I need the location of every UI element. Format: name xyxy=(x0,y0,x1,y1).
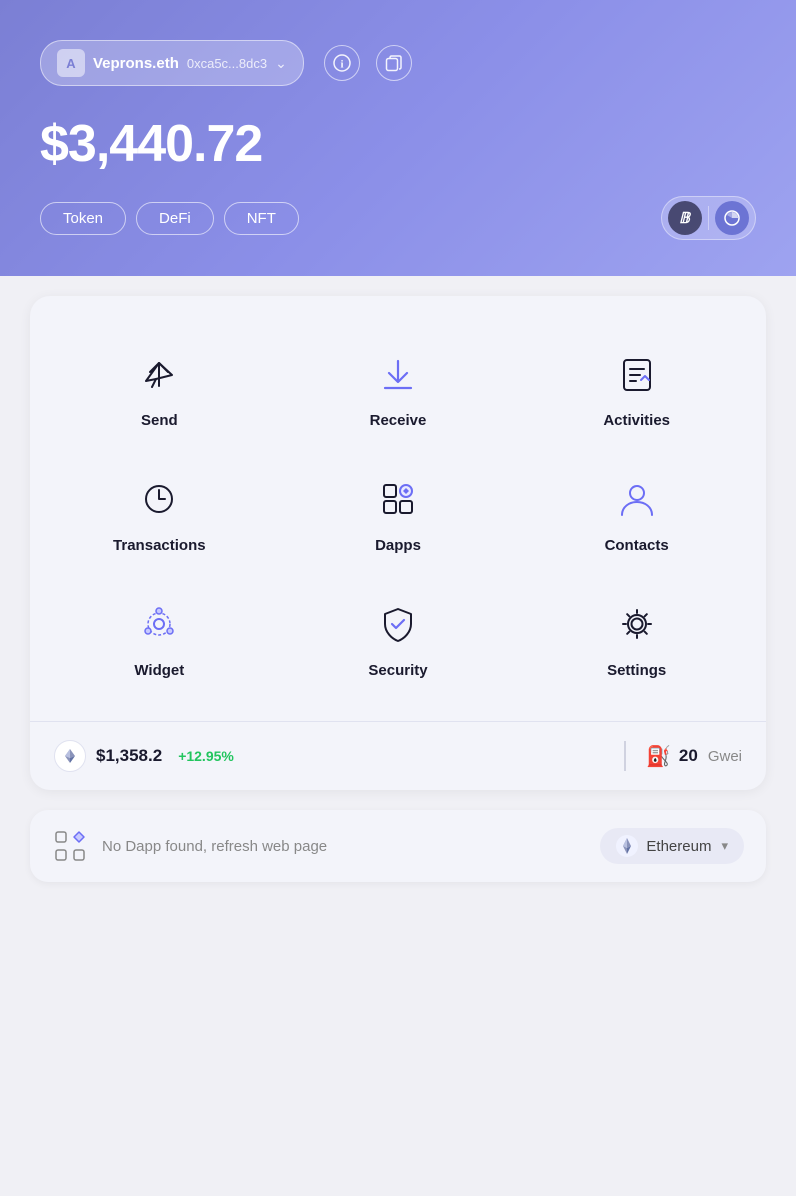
eth-price-section: $1,358.2 +12.95% xyxy=(54,740,604,772)
transactions-icon xyxy=(133,473,185,525)
activities-icon xyxy=(611,348,663,400)
dapp-message: No Dapp found, refresh web page xyxy=(102,838,586,855)
security-label: Security xyxy=(368,662,427,679)
stat-divider xyxy=(624,741,626,771)
svg-text:i: i xyxy=(340,59,343,71)
wallet-avatar: A xyxy=(57,49,85,77)
tab-defi[interactable]: DeFi xyxy=(136,202,214,235)
gas-section: ⛽ 20 Gwei xyxy=(646,744,742,769)
header: A Veprons.eth 0xca5c...8dc3 ⌄ i $3,440.7… xyxy=(0,0,796,276)
wallet-name: Veprons.eth xyxy=(93,55,179,72)
info-button[interactable]: i xyxy=(324,45,360,81)
eth-price: $1,358.2 xyxy=(96,746,162,766)
receive-icon xyxy=(372,348,424,400)
widget-label: Widget xyxy=(134,662,184,679)
partner-chart-logo xyxy=(715,201,749,235)
network-selector[interactable]: Ethereum ▾ xyxy=(600,828,744,864)
wallet-address: 0xca5c...8dc3 xyxy=(187,56,267,71)
contacts-icon xyxy=(611,473,663,525)
contacts-label: Contacts xyxy=(605,537,669,554)
dapp-bar: No Dapp found, refresh web page Ethereum… xyxy=(30,810,766,882)
settings-button[interactable]: Settings xyxy=(517,576,756,701)
receive-label: Receive xyxy=(370,412,427,429)
wallet-selector[interactable]: A Veprons.eth 0xca5c...8dc3 ⌄ xyxy=(40,40,304,86)
security-icon xyxy=(372,598,424,650)
tab-row: Token DeFi NFT 𝔹 xyxy=(40,196,756,240)
widget-icon xyxy=(133,598,185,650)
settings-label: Settings xyxy=(607,662,666,679)
receive-button[interactable]: Receive xyxy=(279,326,518,451)
header-action-icons: i xyxy=(324,45,412,81)
copy-button[interactable] xyxy=(376,45,412,81)
widget-button[interactable]: Widget xyxy=(40,576,279,701)
gas-pump-icon: ⛽ xyxy=(646,744,671,769)
tab-nft[interactable]: NFT xyxy=(224,202,299,235)
ethereum-icon xyxy=(61,747,79,765)
transactions-button[interactable]: Transactions xyxy=(40,451,279,576)
copy-icon xyxy=(385,54,403,72)
address-bar: A Veprons.eth 0xca5c...8dc3 ⌄ i xyxy=(40,40,756,86)
dapps-grid-icon xyxy=(54,830,86,862)
contacts-button[interactable]: Contacts xyxy=(517,451,756,576)
dapp-grid-icon xyxy=(52,828,88,864)
balance-display: $3,440.72 xyxy=(40,114,756,174)
settings-icon xyxy=(611,598,663,650)
ethereum-network-icon xyxy=(616,835,638,857)
network-chevron-icon: ▾ xyxy=(721,838,728,854)
partner-logos: 𝔹 xyxy=(661,196,757,240)
dapps-icon xyxy=(372,473,424,525)
transactions-label: Transactions xyxy=(113,537,206,554)
action-grid: Send Receive xyxy=(30,306,766,711)
info-icon: i xyxy=(333,54,351,72)
send-icon xyxy=(133,348,185,400)
dapps-button[interactable]: Dapps xyxy=(279,451,518,576)
main-card: Send Receive xyxy=(30,296,766,790)
partner-b-logo: 𝔹 xyxy=(668,201,702,235)
activities-label: Activities xyxy=(603,412,670,429)
send-label: Send xyxy=(141,412,178,429)
gas-value: 20 xyxy=(679,746,698,766)
network-name: Ethereum xyxy=(646,838,711,855)
gas-unit: Gwei xyxy=(708,748,742,765)
chevron-down-icon: ⌄ xyxy=(275,55,287,72)
send-button[interactable]: Send xyxy=(40,326,279,451)
chart-icon xyxy=(722,208,742,228)
stat-row: $1,358.2 +12.95% ⛽ 20 Gwei xyxy=(30,721,766,790)
dapps-label: Dapps xyxy=(375,537,421,554)
eth-logo xyxy=(54,740,86,772)
security-button[interactable]: Security xyxy=(279,576,518,701)
activities-button[interactable]: Activities xyxy=(517,326,756,451)
tab-token[interactable]: Token xyxy=(40,202,126,235)
eth-change: +12.95% xyxy=(178,748,234,764)
partner-divider xyxy=(708,206,710,230)
